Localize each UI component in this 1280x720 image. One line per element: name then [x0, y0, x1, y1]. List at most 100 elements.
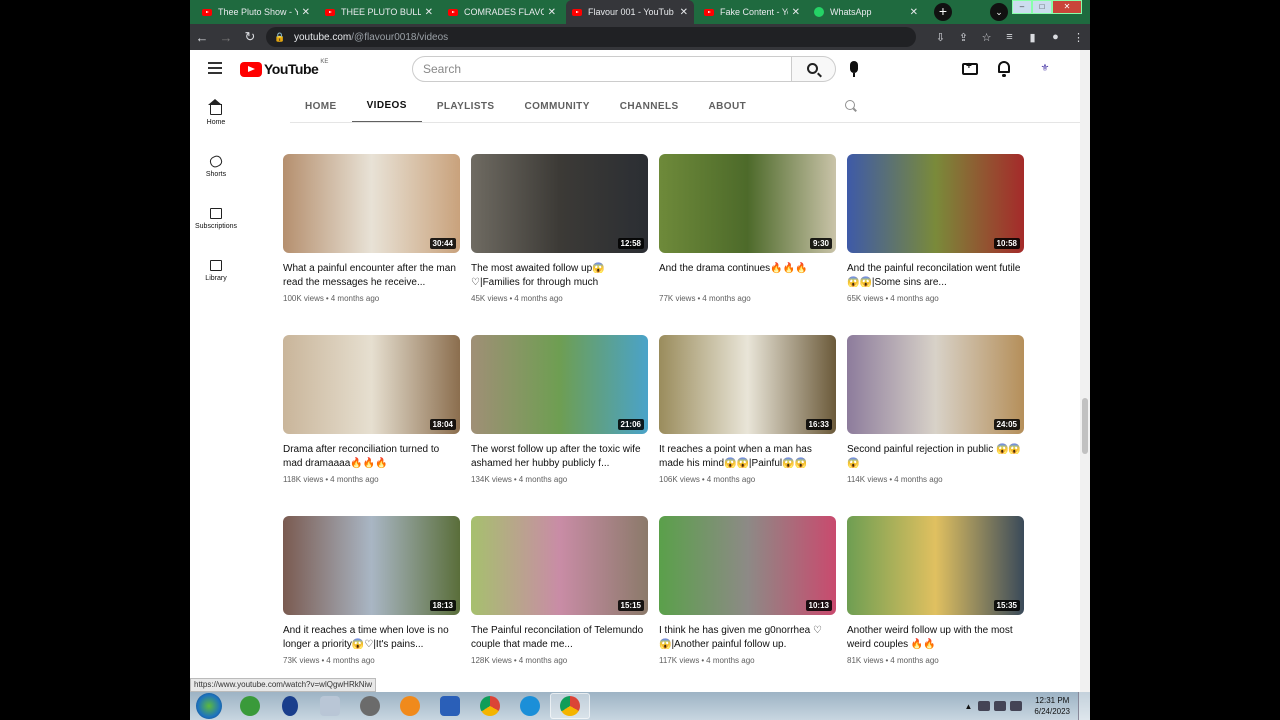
video-card[interactable]: 10:58 And the painful reconcilation went …: [847, 154, 1024, 303]
sidenav-item-home[interactable]: Home: [190, 90, 242, 142]
close-tab-icon[interactable]: ✕: [680, 7, 688, 18]
tab-community[interactable]: COMMUNITY: [510, 90, 605, 123]
video-thumbnail[interactable]: 18:04: [283, 335, 460, 434]
taskbar-app-6[interactable]: [430, 693, 470, 719]
taskbar-app-4[interactable]: [350, 693, 390, 719]
bookmark-star-icon[interactable]: ☆: [975, 31, 998, 44]
share-icon[interactable]: ⇪: [952, 31, 975, 44]
video-thumbnail[interactable]: 21:06: [471, 335, 648, 434]
edge-icon[interactable]: [510, 693, 550, 719]
reading-list-icon[interactable]: ≡: [998, 31, 1021, 44]
video-thumbnail[interactable]: 15:15: [471, 516, 648, 615]
video-thumbnail[interactable]: 16:33: [659, 335, 836, 434]
flag-icon[interactable]: [1010, 701, 1023, 711]
channel-search-icon[interactable]: [845, 100, 855, 110]
video-title[interactable]: The Painful reconcilation of Telemundo c…: [471, 624, 648, 652]
create-video-icon[interactable]: [962, 61, 978, 75]
minimize-button[interactable]: –: [1012, 0, 1032, 14]
video-title[interactable]: And it reaches a time when love is no lo…: [283, 624, 460, 652]
video-title[interactable]: Second painful rejection in public 😱😱😱: [847, 443, 1024, 471]
taskbar-app-1[interactable]: [230, 693, 270, 719]
close-window-button[interactable]: ✕: [1052, 0, 1082, 14]
video-card[interactable]: 21:06 The worst follow up after the toxic…: [471, 335, 648, 484]
start-button[interactable]: [196, 693, 222, 719]
reload-icon[interactable]: ↻: [238, 29, 262, 45]
browser-tab[interactable]: Fake Content - YouT ✕: [698, 0, 806, 24]
close-tab-icon[interactable]: ✕: [910, 7, 918, 18]
forward-icon[interactable]: →: [214, 30, 238, 45]
chrome-icon[interactable]: [470, 693, 510, 719]
show-desktop-button[interactable]: [1078, 692, 1090, 720]
browser-tab[interactable]: Flavour 001 - YouTub ✕: [566, 0, 694, 24]
video-card[interactable]: 15:35 Another weird follow up with the mo…: [847, 516, 1024, 665]
video-card[interactable]: 18:13 And it reaches a time when love is …: [283, 516, 460, 665]
video-thumbnail[interactable]: 10:58: [847, 154, 1024, 253]
video-title[interactable]: It reaches a point when a man has made h…: [659, 443, 836, 471]
video-thumbnail[interactable]: 18:13: [283, 516, 460, 615]
network-icon[interactable]: [978, 701, 991, 711]
video-card[interactable]: 15:15 The Painful reconcilation of Telemu…: [471, 516, 648, 665]
video-card[interactable]: 12:58 The most awaited follow up😱 ♡|Famil…: [471, 154, 648, 303]
video-thumbnail[interactable]: 10:13: [659, 516, 836, 615]
hamburger-menu-icon[interactable]: [208, 62, 222, 77]
video-thumbnail[interactable]: 15:35: [847, 516, 1024, 615]
video-title[interactable]: The most awaited follow up😱 ♡|Families f…: [471, 262, 648, 290]
video-thumbnail[interactable]: 9:30: [659, 154, 836, 253]
video-card[interactable]: 16:33 It reaches a point when a man has m…: [659, 335, 836, 484]
close-tab-icon[interactable]: ✕: [302, 7, 310, 18]
video-card[interactable]: 10:13 I think he has given me g0norrhea ♡…: [659, 516, 836, 665]
address-bar[interactable]: 🔒 youtube.com /@flavour0018/videos: [266, 27, 916, 47]
install-icon[interactable]: ⇩: [929, 31, 952, 44]
browser-tab[interactable]: WhatsApp ✕: [808, 0, 924, 24]
account-avatar[interactable]: ⚜: [1038, 62, 1052, 76]
close-tab-icon[interactable]: ✕: [548, 7, 556, 18]
video-title[interactable]: What a painful encounter after the man r…: [283, 262, 460, 290]
sidenav-item-library[interactable]: Library: [190, 246, 242, 298]
menu-dots-icon[interactable]: ⋮: [1067, 31, 1090, 44]
tab-videos[interactable]: VIDEOS: [351, 90, 422, 123]
microphone-icon[interactable]: [850, 61, 858, 77]
tray-arrow-icon[interactable]: ▲: [964, 702, 972, 711]
search-app-icon[interactable]: [390, 693, 430, 719]
tab-channels[interactable]: CHANNELS: [605, 90, 694, 123]
close-tab-icon[interactable]: ✕: [425, 7, 433, 18]
video-title[interactable]: The worst follow up after the toxic wife…: [471, 443, 648, 471]
search-button[interactable]: [792, 56, 836, 82]
maximize-button[interactable]: □: [1032, 0, 1052, 14]
video-title[interactable]: Drama after reconciliation turned to mad…: [283, 443, 460, 471]
video-title[interactable]: I think he has given me g0norrhea ♡😱|Ano…: [659, 624, 836, 652]
chrome-active-icon[interactable]: [550, 693, 590, 719]
video-thumbnail[interactable]: 30:44: [283, 154, 460, 253]
browser-tab[interactable]: THEE PLUTO BULLET ✕: [319, 0, 439, 24]
tab-search-button[interactable]: ⌄: [990, 3, 1008, 21]
video-title[interactable]: Another weird follow up with the most we…: [847, 624, 1024, 652]
video-thumbnail[interactable]: 24:05: [847, 335, 1024, 434]
profile-icon[interactable]: ●: [1044, 31, 1067, 44]
calculator-icon[interactable]: [310, 693, 350, 719]
video-card[interactable]: 9:30 And the drama continues🔥🔥🔥 77K views •…: [659, 154, 836, 303]
browser-tab[interactable]: COMRADES FLAVO ✕: [442, 0, 562, 24]
page-scrollbar[interactable]: [1080, 50, 1090, 692]
new-tab-button[interactable]: +: [934, 3, 952, 21]
video-title[interactable]: And the painful reconcilation went futil…: [847, 262, 1024, 290]
video-card[interactable]: 24:05 Second painful rejection in public …: [847, 335, 1024, 484]
browser-tab[interactable]: Thee Pluto Show - Y ✕: [196, 0, 316, 24]
side-panel-icon[interactable]: ▮: [1021, 31, 1044, 44]
sidenav-item-shorts[interactable]: Shorts: [190, 142, 242, 194]
youtube-logo[interactable]: YouTube KE: [240, 59, 328, 77]
back-icon[interactable]: ←: [190, 30, 214, 45]
volume-icon[interactable]: [994, 701, 1007, 711]
scrollbar-thumb[interactable]: [1082, 398, 1088, 454]
tab-home[interactable]: HOME: [290, 90, 352, 123]
tab-playlists[interactable]: PLAYLISTS: [422, 90, 510, 123]
search-input[interactable]: Search: [412, 56, 792, 82]
bluetooth-icon[interactable]: [270, 693, 310, 719]
video-title[interactable]: And the drama continues🔥🔥🔥: [659, 262, 836, 290]
video-thumbnail[interactable]: 12:58: [471, 154, 648, 253]
close-tab-icon[interactable]: ✕: [792, 7, 800, 18]
tab-about[interactable]: ABOUT: [694, 90, 762, 123]
system-clock[interactable]: 12:31 PM 6/24/2023: [1034, 695, 1070, 717]
sidenav-item-subscriptions[interactable]: Subscriptions: [190, 194, 242, 246]
video-card[interactable]: 30:44 What a painful encounter after the …: [283, 154, 460, 303]
notifications-bell-icon[interactable]: [998, 61, 1010, 77]
